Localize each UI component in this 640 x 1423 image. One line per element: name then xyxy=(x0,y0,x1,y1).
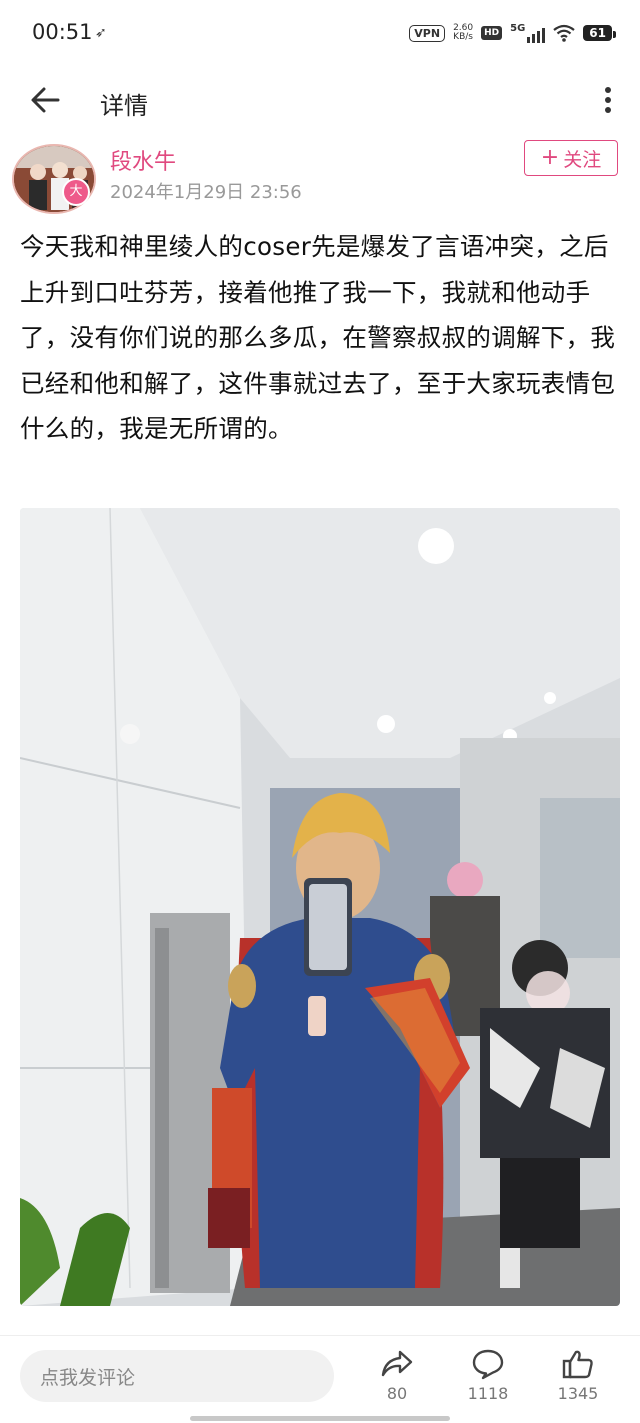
follow-label: 关注 xyxy=(563,148,602,171)
post-photo xyxy=(20,508,620,1306)
status-bar: 00:51 ➶ VPN 2.60 KB/s HD 5G 61 xyxy=(0,0,640,68)
post-body: 今天我和神里绫人的coser先是爆发了言语冲突，之后上升到口吐芬芳，接着他推了我… xyxy=(20,232,616,443)
plus-icon: + xyxy=(540,145,560,170)
app-bar: 详情 xyxy=(0,68,640,132)
bottom-action-bar: 点我发评论 80 1118 1345 xyxy=(0,1335,640,1423)
comment-icon xyxy=(472,1349,504,1380)
wifi-icon xyxy=(553,24,575,42)
comment-count: 1118 xyxy=(467,1384,509,1403)
network-speed-unit: KB/s xyxy=(453,32,473,42)
post-timestamp: 2024年1月29日 23:56 xyxy=(110,182,302,203)
like-button[interactable]: 1345 xyxy=(543,1348,613,1403)
status-icons: VPN 2.60 KB/s HD 5G 61 xyxy=(409,20,616,46)
signal-type-label: 5G xyxy=(510,23,526,34)
hd-icon: HD xyxy=(481,26,503,40)
battery-icon: 61 xyxy=(583,25,616,41)
back-arrow-icon[interactable] xyxy=(28,84,64,116)
comment-button[interactable]: 1118 xyxy=(453,1348,523,1403)
like-count: 1345 xyxy=(557,1384,599,1403)
share-count: 80 xyxy=(386,1384,408,1403)
avatar-level-badge: 大 xyxy=(62,178,90,206)
post-image[interactable] xyxy=(20,508,620,1306)
cell-signal-icon: 5G xyxy=(510,23,546,43)
thumbs-up-icon xyxy=(562,1350,593,1379)
author-name[interactable]: 段水牛 xyxy=(110,144,176,176)
home-indicator[interactable] xyxy=(190,1416,450,1421)
network-speed: 2.60 KB/s xyxy=(453,24,473,42)
page-title: 详情 xyxy=(100,92,148,120)
comment-input[interactable]: 点我发评论 xyxy=(20,1350,334,1402)
vpn-badge: VPN xyxy=(409,24,446,42)
status-time: 00:51 xyxy=(32,20,93,44)
author-header: 段水牛 2024年1月29日 23:56 + 关注 xyxy=(0,138,640,218)
navigation-arrow-icon: ➶ xyxy=(95,25,107,41)
more-options-icon[interactable] xyxy=(604,86,612,114)
follow-button[interactable]: + 关注 xyxy=(524,140,618,176)
share-button[interactable]: 80 xyxy=(362,1348,432,1403)
share-icon xyxy=(381,1350,413,1377)
